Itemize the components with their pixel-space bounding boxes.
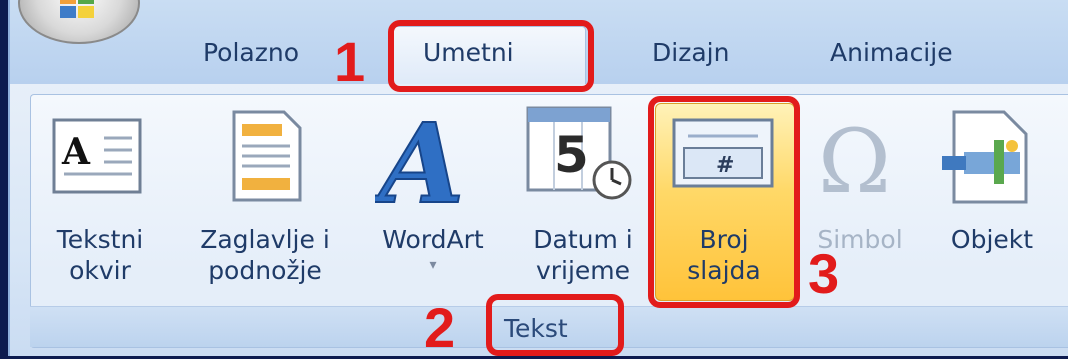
wordart-label: WordArt: [382, 225, 484, 254]
header-footer-icon: [232, 110, 302, 202]
callout-box-umetni: [388, 20, 594, 92]
text-box-letter-icon: A: [61, 131, 91, 173]
text-box-label-1: Tekstni: [56, 225, 144, 254]
step-number-3: 3: [808, 242, 840, 305]
step-number-2: 2: [424, 296, 456, 359]
tab-dizajn[interactable]: Dizajn: [652, 38, 729, 67]
tab-animacije[interactable]: Animacije: [830, 38, 953, 67]
omega-glyph-icon: Ω: [818, 116, 891, 202]
text-box-label-2: okvir: [69, 256, 131, 285]
date-time-label-2: vrijeme: [535, 256, 631, 285]
step-number-1: 1: [334, 30, 366, 93]
object-button[interactable]: Objekt: [930, 224, 1054, 255]
office-logo-icon: [60, 0, 94, 18]
header-footer-button[interactable]: Zaglavlje i podnožje: [172, 224, 358, 286]
callout-box-broj-slajda: [648, 96, 800, 308]
wordart-glyph-icon: A: [375, 108, 464, 208]
date-day-glyph-icon: 5: [554, 126, 589, 184]
chevron-down-icon: ▾: [429, 257, 437, 273]
callout-box-tekst: [486, 294, 624, 356]
text-box-button[interactable]: Tekstni okvir: [40, 224, 160, 286]
object-label: Objekt: [950, 225, 1034, 254]
date-time-label-1: Datum i: [533, 225, 633, 254]
header-footer-label-2: podnožje: [208, 256, 322, 285]
text-box-icon: A: [52, 118, 142, 194]
wordart-button[interactable]: WordArt ▾: [358, 224, 508, 275]
omega-icon: Ω: [818, 116, 891, 202]
tab-polazno[interactable]: Polazno: [203, 38, 299, 67]
wordart-icon: A: [375, 108, 465, 208]
header-footer-label-1: Zaglavlje i: [200, 225, 330, 254]
date-time-icon: 5: [526, 106, 632, 200]
date-time-button[interactable]: Datum i vrijeme: [514, 224, 652, 286]
object-icon: [942, 110, 1028, 204]
